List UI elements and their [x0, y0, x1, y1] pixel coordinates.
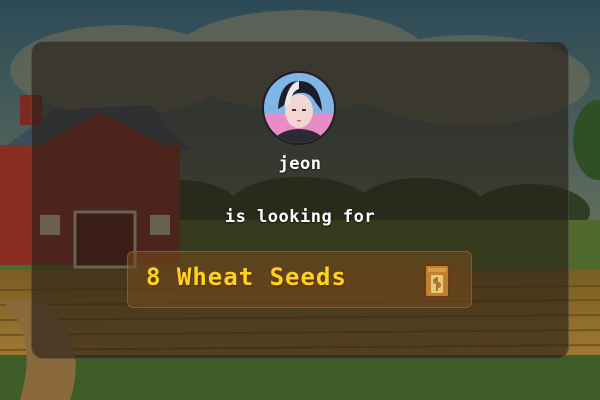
- user-avatar[interactable]: [262, 71, 336, 145]
- avatar-portrait-icon: [264, 73, 334, 143]
- seed-packet-icon: [424, 264, 450, 298]
- request-lead-text: is looking for: [224, 207, 376, 227]
- request-item-text: 8 Wheat Seeds: [146, 263, 347, 291]
- username: jeon: [278, 154, 322, 174]
- request-item-badge[interactable]: 8 Wheat Seeds: [127, 251, 472, 308]
